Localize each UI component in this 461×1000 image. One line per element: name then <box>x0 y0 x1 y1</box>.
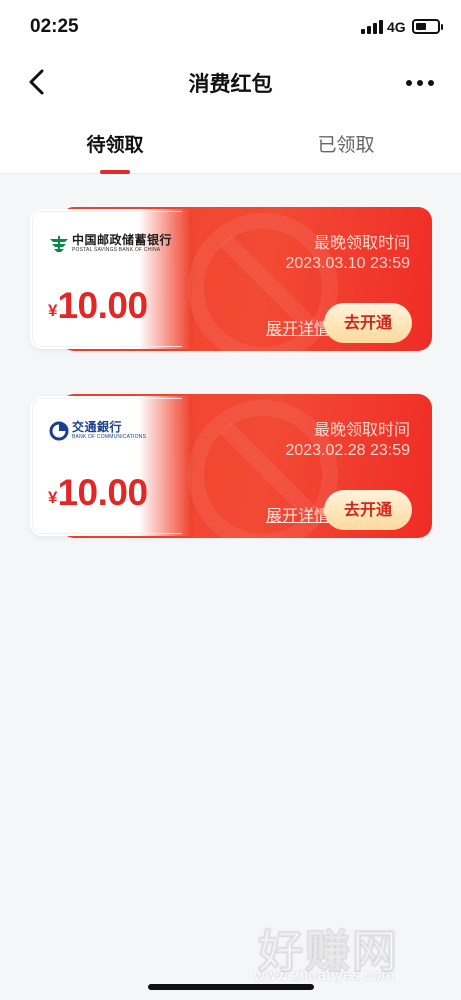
tab-bar: 待领取 已领取 <box>0 110 461 174</box>
deadline-value: 2023.02.28 23:59 <box>285 442 410 459</box>
nav-bar: 消费红包 <box>0 56 461 110</box>
deadline-value: 2023.03.10 23:59 <box>285 255 410 272</box>
details-link[interactable]: 展开详情 <box>266 502 330 526</box>
activate-button[interactable]: 去开通 <box>324 303 412 343</box>
signal-icon <box>361 20 383 34</box>
bank-logo: 交通銀行 BANK OF COMMUNICATIONS <box>48 418 178 446</box>
coupon-bank-panel: 交通銀行 BANK OF COMMUNICATIONS ¥10.00 <box>30 396 190 536</box>
home-indicator[interactable] <box>148 984 314 990</box>
battery-icon <box>412 19 443 34</box>
status-bar: 02:25 4G <box>0 0 461 56</box>
tab-indicator <box>100 170 130 174</box>
amount-value: 10.00 <box>57 472 148 513</box>
bank-name-en: BANK OF COMMUNICATIONS <box>72 434 147 440</box>
deadline-label: 最晚领取时间 <box>313 233 410 252</box>
watermark-url: www.zhuanyes.com <box>254 967 395 984</box>
coupon-bank-panel: 中国邮政储蓄银行 POSTAL SAVINGS BANK OF CHINA ¥1… <box>30 209 190 349</box>
more-dots-icon <box>406 80 412 86</box>
more-button[interactable] <box>400 72 440 92</box>
bocom-logo-icon <box>49 421 69 441</box>
coupon-card[interactable]: 最晚领取时间 2023.03.10 23:59 展开详情 去开通 中国邮政储蓄银… <box>30 203 432 351</box>
site-watermark: 好赚网 www.zhuanyes.com <box>250 915 450 990</box>
bank-name: 交通銀行 <box>72 420 123 434</box>
page-title: 消费红包 <box>188 72 273 96</box>
amount-value: 10.00 <box>57 285 148 326</box>
bank-name: 中国邮政储蓄银行 <box>72 233 173 247</box>
psbc-logo-icon <box>50 236 68 252</box>
coupon-card[interactable]: 最晚领取时间 2023.02.28 23:59 展开详情 去开通 交通銀行 BA… <box>30 390 432 538</box>
deadline-label: 最晚领取时间 <box>313 420 410 439</box>
tab-pending[interactable]: 待领取 <box>35 130 195 157</box>
amount: ¥10.00 <box>48 472 148 514</box>
activate-button[interactable]: 去开通 <box>324 490 412 530</box>
tab-received[interactable]: 已领取 <box>266 130 426 157</box>
amount: ¥10.00 <box>48 285 148 327</box>
details-link[interactable]: 展开详情 <box>266 315 330 339</box>
bank-logo: 中国邮政储蓄银行 POSTAL SAVINGS BANK OF CHINA <box>48 231 178 259</box>
network-type: 4G <box>387 19 406 35</box>
status-time: 02:25 <box>30 16 79 37</box>
bank-name-en: POSTAL SAVINGS BANK OF CHINA <box>72 247 161 253</box>
